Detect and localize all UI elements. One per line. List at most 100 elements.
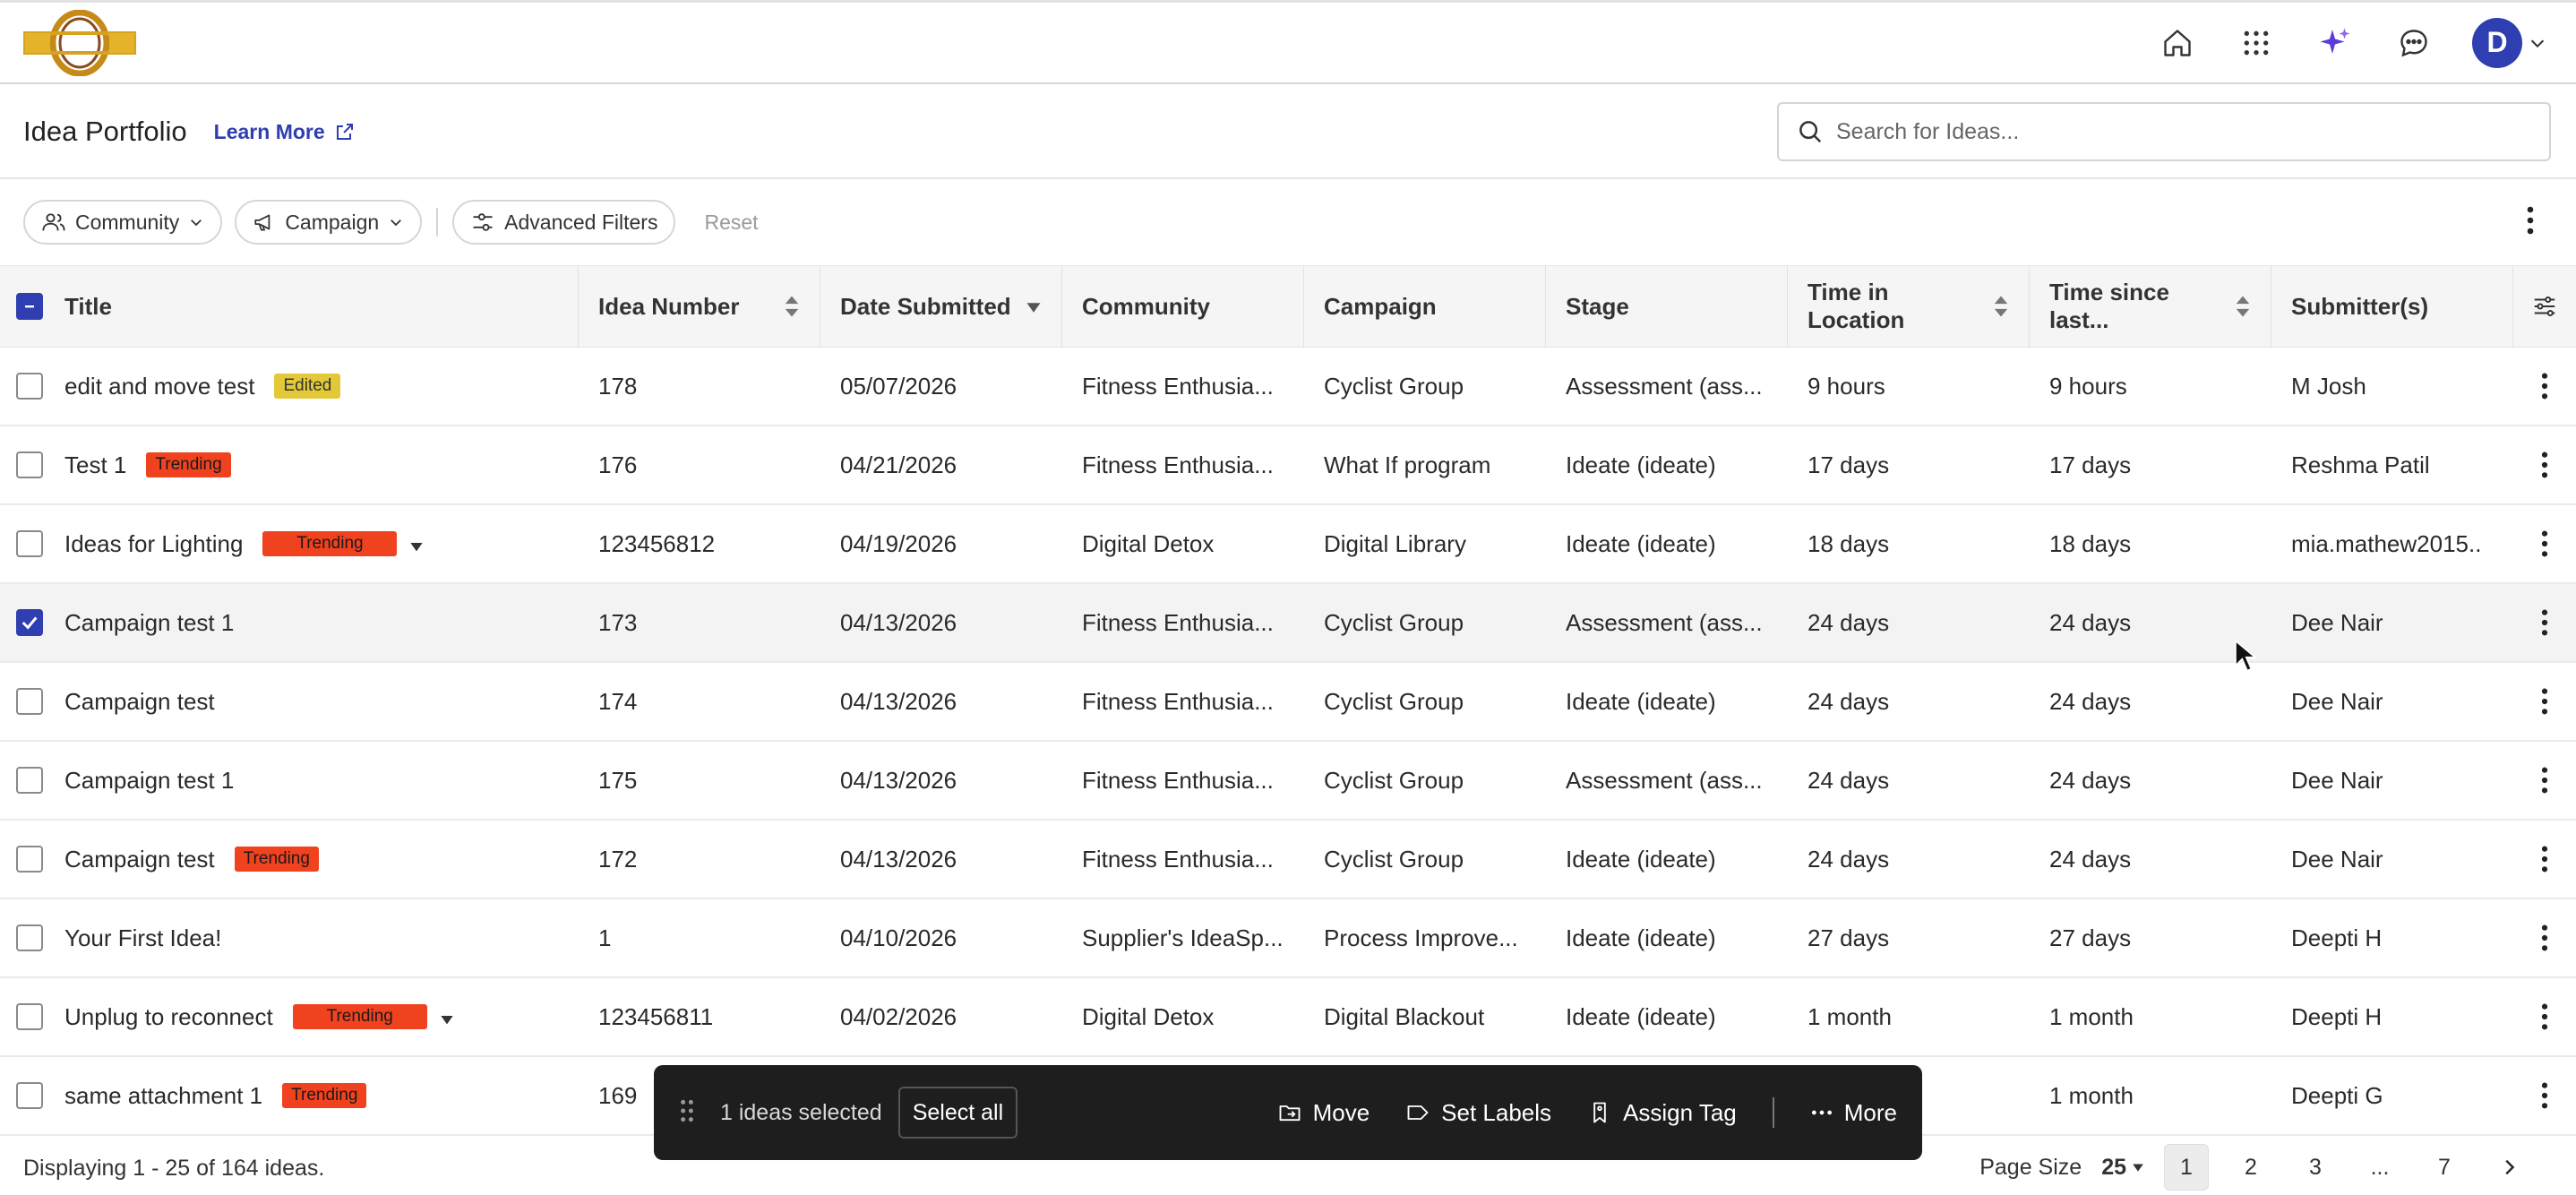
- row-checkbox[interactable]: [16, 846, 43, 873]
- row-checkbox[interactable]: [16, 609, 43, 636]
- stage-cell: Ideate (ideate): [1566, 1002, 1716, 1030]
- table-row[interactable]: edit and move test Edited 178 05/07/2026 Fit…: [0, 348, 2576, 426]
- campaign-filter[interactable]: Campaign: [235, 200, 423, 245]
- date-submitted: 04/13/2026: [840, 845, 957, 873]
- column-header-submitters[interactable]: Submitter(s): [2271, 265, 2513, 348]
- search-box[interactable]: [1777, 102, 2551, 161]
- idea-title[interactable]: same attachment 1: [64, 1082, 262, 1110]
- page-2-button[interactable]: 2: [2228, 1144, 2273, 1191]
- community-cell: Fitness Enthusia...: [1082, 608, 1274, 636]
- home-icon[interactable]: [2157, 22, 2198, 64]
- move-button[interactable]: Move: [1277, 1099, 1370, 1127]
- row-more-options-icon[interactable]: [2513, 820, 2576, 898]
- page-3-button[interactable]: 3: [2293, 1144, 2338, 1191]
- search-input[interactable]: [1836, 118, 2517, 145]
- idea-title[interactable]: Campaign test 1: [64, 767, 234, 795]
- select-all-checkbox[interactable]: [16, 293, 43, 320]
- idea-title[interactable]: Campaign test: [64, 846, 215, 873]
- row-checkbox[interactable]: [16, 1003, 43, 1030]
- row-more-options-icon[interactable]: [2513, 898, 2576, 977]
- campaign-cell: Cyclist Group: [1324, 372, 1464, 400]
- caret-down-icon[interactable]: [409, 530, 424, 558]
- table-row[interactable]: Campaign test 1 175 04/13/2026 Fitness Enth…: [0, 742, 2576, 821]
- learn-more-link[interactable]: Learn More: [214, 120, 356, 144]
- time-in-location-cell: 24 days: [1807, 766, 1890, 794]
- row-more-options-icon[interactable]: [2513, 1056, 2576, 1135]
- time-in-location-cell: 24 days: [1807, 608, 1890, 636]
- next-page-button[interactable]: [2486, 1144, 2531, 1191]
- idea-number: 175: [598, 766, 638, 794]
- ai-sparkle-icon[interactable]: [2314, 22, 2356, 64]
- table-row[interactable]: Unplug to reconnect Trending 123456811 04/0…: [0, 978, 2576, 1057]
- row-more-options-icon[interactable]: [2513, 741, 2576, 820]
- caret-down-icon[interactable]: [440, 1003, 454, 1031]
- row-more-options-icon[interactable]: [2513, 583, 2576, 662]
- date-submitted: 04/13/2026: [840, 608, 957, 636]
- more-actions-button[interactable]: More: [1810, 1099, 1897, 1127]
- more-options-icon[interactable]: [2517, 204, 2544, 241]
- idea-number: 123456812: [598, 529, 716, 557]
- column-header-time-since-last[interactable]: Time since last...: [2030, 265, 2271, 348]
- date-submitted: 05/07/2026: [840, 372, 957, 400]
- idea-title[interactable]: Ideas for Lighting: [64, 530, 243, 558]
- row-checkbox[interactable]: [16, 373, 43, 400]
- row-more-options-icon[interactable]: [2513, 977, 2576, 1056]
- reset-button[interactable]: Reset: [704, 211, 758, 235]
- column-label: Stage: [1566, 292, 1629, 320]
- set-labels-button[interactable]: Set Labels: [1405, 1099, 1551, 1127]
- column-header-idea-number[interactable]: Idea Number: [579, 265, 820, 348]
- idea-title[interactable]: Your First Idea!: [64, 924, 221, 952]
- table-row[interactable]: Campaign test Trending 172 04/13/2026 Fitnes…: [0, 821, 2576, 899]
- idea-title[interactable]: Test 1: [64, 451, 126, 479]
- table-row[interactable]: Ideas for Lighting Trending 123456812 04/19…: [0, 505, 2576, 584]
- row-checkbox[interactable]: [16, 1082, 43, 1109]
- page-7-button[interactable]: 7: [2422, 1144, 2467, 1191]
- row-checkbox[interactable]: [16, 688, 43, 715]
- column-header-date-submitted[interactable]: Date Submitted: [820, 265, 1062, 348]
- row-checkbox[interactable]: [16, 451, 43, 478]
- drag-handle-icon[interactable]: [679, 1098, 695, 1128]
- avatar: D: [2472, 17, 2522, 68]
- column-header-community[interactable]: Community: [1062, 265, 1304, 348]
- user-menu[interactable]: D: [2472, 17, 2547, 68]
- campaign-cell: Digital Library: [1324, 529, 1466, 557]
- column-header-time-in-location[interactable]: Time in Location: [1788, 265, 2030, 348]
- campaign-filter-label: Campaign: [285, 210, 380, 234]
- row-checkbox[interactable]: [16, 767, 43, 794]
- chevron-down-icon: [391, 219, 402, 227]
- idea-title[interactable]: Unplug to reconnect: [64, 1003, 273, 1031]
- row-more-options-icon[interactable]: [2513, 504, 2576, 583]
- chat-icon[interactable]: [2393, 22, 2434, 64]
- idea-title[interactable]: edit and move test: [64, 373, 254, 400]
- column-header-title[interactable]: Title: [64, 293, 112, 321]
- select-all-button[interactable]: Select all: [897, 1087, 1018, 1139]
- row-checkbox[interactable]: [16, 530, 43, 557]
- table-row[interactable]: Campaign test 174 04/13/2026 Fitness Enthus…: [0, 663, 2576, 742]
- community-cell: Digital Detox: [1082, 1002, 1215, 1030]
- row-checkbox[interactable]: [16, 924, 43, 951]
- time-in-location-cell: 27 days: [1807, 924, 1890, 951]
- column-header-campaign[interactable]: Campaign: [1304, 265, 1546, 348]
- assign-tag-button[interactable]: Assign Tag: [1587, 1099, 1737, 1127]
- page-size-select[interactable]: 25: [2101, 1155, 2144, 1181]
- table-row[interactable]: Your First Idea! 1 04/10/2026 Supplier's Id…: [0, 899, 2576, 978]
- set-labels-label: Set Labels: [1441, 1098, 1552, 1126]
- community-filter[interactable]: Community: [23, 200, 223, 245]
- page-1-button[interactable]: 1: [2164, 1144, 2209, 1191]
- advanced-filters-button[interactable]: Advanced Filters: [452, 200, 676, 245]
- time-since-last-cell: 1 month: [2049, 1002, 2134, 1030]
- stage-cell: Ideate (ideate): [1566, 687, 1716, 715]
- row-more-options-icon[interactable]: [2513, 347, 2576, 426]
- idea-title[interactable]: Campaign test 1: [64, 609, 234, 637]
- idea-title[interactable]: Campaign test: [64, 688, 215, 716]
- apps-grid-icon[interactable]: [2236, 22, 2277, 64]
- submitter-cell: Deepti H: [2291, 1002, 2383, 1030]
- table-row[interactable]: Campaign test 1 173 04/13/2026 Fitness Enth…: [0, 584, 2576, 663]
- column-header-stage[interactable]: Stage: [1546, 265, 1788, 348]
- table-row[interactable]: Test 1 Trending 176 04/21/2026 Fitness Enthu…: [0, 426, 2576, 505]
- column-settings-icon[interactable]: [2513, 265, 2576, 348]
- brand-logo[interactable]: [23, 9, 136, 76]
- community-cell: Fitness Enthusia...: [1082, 845, 1274, 873]
- row-more-options-icon[interactable]: [2513, 662, 2576, 741]
- row-more-options-icon[interactable]: [2513, 426, 2576, 504]
